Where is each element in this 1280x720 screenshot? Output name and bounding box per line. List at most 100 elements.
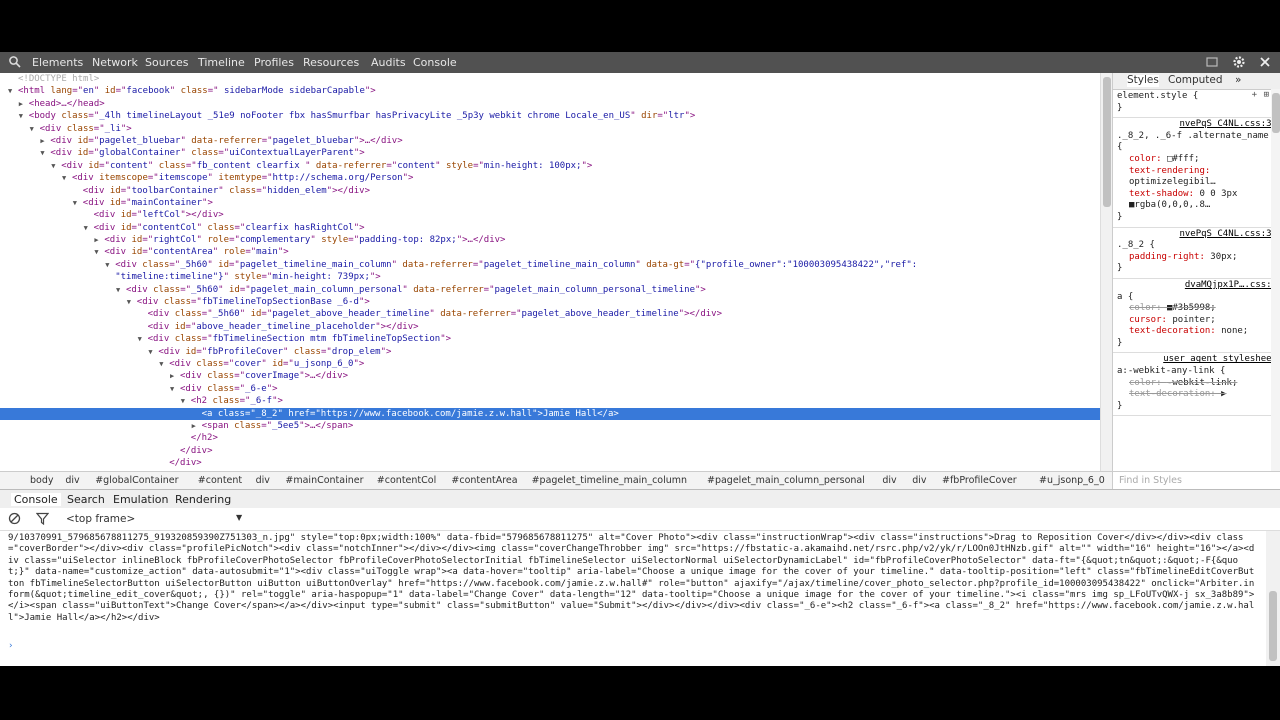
style-property[interactable]: cursor: pointer; [1117,315,1277,327]
expanded-triangle-icon[interactable]: ▼ [8,85,18,97]
tree-node[interactable]: </div> [0,445,1100,457]
tree-node[interactable]: ▼ <div class="_li"> [0,123,1100,135]
tree-node[interactable]: ▼ <div id="contentArea" role="main"> [0,246,1100,258]
style-property[interactable]: color: □#fff; [1117,154,1277,166]
tab-timeline[interactable]: Timeline [198,56,245,69]
tree-node[interactable]: ▼ <div id="mainContainer"> [0,197,1100,209]
tab-computed[interactable]: Computed [1168,74,1223,87]
tree-node[interactable]: <a class="_8_2" href="https://www.facebo… [0,407,1100,420]
tab-audits[interactable]: Audits [371,56,406,69]
collapsed-triangle-icon[interactable]: ▶ [40,135,50,147]
tree-node[interactable]: ▼ <div class="_5h60" id="pagelet_main_col… [0,284,1100,296]
expanded-triangle-icon[interactable]: ▼ [30,123,40,135]
element-style-block[interactable]: element.style { + ⊞ } [1113,90,1280,119]
tree-node[interactable]: ▶ <div id="rightCol" role="complementary"… [0,234,1100,246]
breadcrumb-item[interactable]: div [256,475,270,486]
filter-icon[interactable] [36,512,49,525]
add-rule-icon[interactable]: + [1252,90,1257,102]
console-scroll-thumb[interactable] [1269,591,1277,661]
expanded-triangle-icon[interactable]: ▼ [116,284,126,296]
expanded-triangle-icon[interactable]: ▼ [73,197,83,209]
tree-node[interactable]: ▼ <div id="globalContainer" class="uiCont… [0,147,1100,159]
tree-node[interactable]: ▼ <h2 class="_6-f"> [0,395,1100,407]
tree-node[interactable]: ▼ <div class="_5h60" id="pagelet_timeline… [0,259,1100,271]
rule-source-link[interactable]: nvePqS_C4NL.css:32 [1117,229,1277,241]
style-rule[interactable]: nvePqS_C4NL.css:32 ._8_2 {padding-right: … [1113,228,1280,279]
drawer-tab-search[interactable]: Search [67,493,105,506]
breadcrumb-item[interactable]: #mainContainer [285,475,363,486]
frame-select[interactable]: <top frame> [66,513,135,525]
tab-more[interactable]: » [1235,74,1241,87]
tree-node[interactable]: ▼ <body class="_4lh timelineLayout _51e9 … [0,110,1100,122]
breadcrumb-item[interactable]: #contentArea [451,475,517,486]
styles-scroll-thumb[interactable] [1272,93,1280,133]
breadcrumb-item[interactable]: div [912,475,926,486]
tree-node[interactable]: <div id="toolbarContainer" class="hidden… [0,185,1100,197]
expanded-triangle-icon[interactable]: ▼ [19,110,29,122]
style-property[interactable]: color: ■#3b5998; [1117,303,1277,315]
style-rule[interactable]: nvePqS_C4NL.css:32 ._8_2, ._6-f .alternat… [1113,118,1280,228]
console-output[interactable]: 9/10370991_579685678811275_919320859390Z… [0,531,1266,666]
collapsed-triangle-icon[interactable]: ▶ [170,370,180,382]
tree-node[interactable]: ▼ <html lang="en" id="facebook" class=" s… [0,85,1100,97]
console-scrollbar[interactable] [1266,531,1280,666]
breadcrumb-item[interactable]: #content [198,475,242,486]
drawer-tab-rendering[interactable]: Rendering [175,493,231,506]
tree-scroll-thumb[interactable] [1103,77,1111,207]
collapsed-triangle-icon[interactable]: ▶ [19,98,29,110]
drawer-toggle-icon[interactable] [1205,55,1219,69]
style-property[interactable]: padding-right: 30px; [1117,252,1277,264]
breadcrumb-item[interactable]: #pagelet_timeline_main_column [532,475,687,486]
tab-styles[interactable]: Styles [1127,74,1159,87]
style-property[interactable]: text-decoration: none; [1117,326,1277,338]
tree-node[interactable]: <div id="leftCol"></div> [0,209,1100,221]
breadcrumb-item[interactable]: #globalContainer [95,475,178,486]
expanded-triangle-icon[interactable]: ▼ [181,395,191,407]
drawer-tab-console[interactable]: Console [11,493,61,506]
styles-scrollbar[interactable] [1271,89,1280,471]
expanded-triangle-icon[interactable]: ▼ [148,346,158,358]
tree-node[interactable]: "timeline:timeline"}" style="min-height:… [0,271,1100,283]
tree-node[interactable]: ▼ <div class="_6-e"> [0,383,1100,395]
expanded-triangle-icon[interactable]: ▼ [138,333,148,345]
tree-node[interactable]: <div id="above_header_timeline_placehold… [0,321,1100,333]
style-property[interactable]: text-shadow: 0 0 3px ■rgba(0,0,0,.8… [1117,189,1277,212]
tree-node[interactable]: ▶ <div id="pagelet_bluebar" data-referrer… [0,135,1100,147]
expanded-triangle-icon[interactable]: ▼ [105,259,115,271]
tab-profiles[interactable]: Profiles [254,56,294,69]
elements-tree[interactable]: <!DOCTYPE html> ▼ <html lang="en" id="face… [0,73,1100,471]
clear-console-icon[interactable] [8,512,21,525]
tree-node[interactable]: ▼ <div id="content" class="fb_content cle… [0,160,1100,172]
expanded-triangle-icon[interactable]: ▼ [170,383,180,395]
breadcrumb-item[interactable]: #pagelet_main_column_personal [707,475,865,486]
collapsed-triangle-icon[interactable]: ▶ [192,420,202,432]
style-property[interactable]: text-rendering: optimizelegibil… [1117,166,1277,189]
tab-console[interactable]: Console [413,56,457,69]
style-rule[interactable]: user agent stylesheet a:-webkit-any-link … [1113,353,1280,417]
expanded-triangle-icon[interactable]: ▼ [94,246,104,258]
tree-node[interactable]: <!DOCTYPE html> [0,73,1100,85]
expanded-triangle-icon[interactable]: ▼ [159,358,169,370]
breadcrumb-item[interactable]: #contentCol [377,475,436,486]
toggle-state-icon[interactable]: ⊞ [1264,90,1269,102]
tree-node[interactable]: ▼ <div class="fbTimelineTopSectionBase _6… [0,296,1100,308]
tree-node[interactable]: </div> [0,457,1100,469]
search-icon[interactable] [8,55,22,69]
rule-source-link[interactable]: nvePqS_C4NL.css:32 [1117,119,1277,131]
tab-elements[interactable]: Elements [32,56,83,69]
tree-node[interactable]: ▼ <div class="cover" id="u_jsonp_6_0"> [0,358,1100,370]
expanded-triangle-icon[interactable]: ▼ [40,147,50,159]
breadcrumb-item[interactable]: div [65,475,79,486]
expanded-triangle-icon[interactable]: ▼ [84,222,94,234]
tree-node[interactable]: </h2> [0,432,1100,444]
breadcrumb-item[interactable]: body [30,475,54,486]
tree-node[interactable]: ▶ <div class="coverImage">…</div> [0,370,1100,382]
tree-node[interactable]: ▼ <div id="contentCol" class="clearfix ha… [0,222,1100,234]
rule-source-link[interactable]: dvaMQjpx1P….css:6 [1117,280,1277,292]
tree-node[interactable]: ▼ <div id="fbProfileCover" class="drop_el… [0,346,1100,358]
gear-icon[interactable] [1232,55,1246,69]
breadcrumb-item[interactable]: #u_jsonp_6_0 [1039,475,1105,486]
expanded-triangle-icon[interactable]: ▼ [127,296,137,308]
tree-node[interactable]: ▶ <head>…</head> [0,98,1100,110]
style-rule[interactable]: dvaMQjpx1P….css:6 a {color: ■#3b5998; curs… [1113,279,1280,354]
